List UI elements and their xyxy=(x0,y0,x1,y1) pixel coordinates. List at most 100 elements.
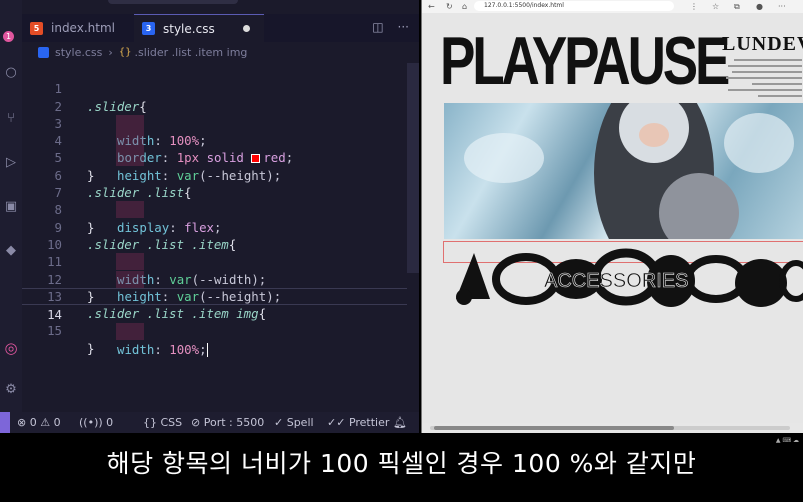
home-icon[interactable]: ⌂ xyxy=(462,2,467,11)
page-subtitle: LUNDEV xyxy=(722,33,803,55)
prettier-status[interactable]: ✓✓ Prettier xyxy=(327,412,389,433)
split-editor-icon[interactable]: ◫ xyxy=(372,20,383,34)
settings-gear-icon[interactable]: ⚙ xyxy=(0,381,22,399)
horizontal-scrollbar[interactable] xyxy=(430,426,790,430)
overlapping-glyphs: ACCESSORIES xyxy=(456,248,803,307)
warning-count: 0 xyxy=(53,416,61,429)
search-icon[interactable]: ○ xyxy=(0,64,22,82)
more-actions-icon[interactable]: ··· xyxy=(398,20,409,34)
value: 100% xyxy=(169,341,200,357)
tab-index-html[interactable]: 5 index.html xyxy=(30,14,130,42)
remote-indicator[interactable] xyxy=(0,412,10,433)
breadcrumb-symbol[interactable]: .slider .list .item img xyxy=(135,46,248,59)
chevron-right-icon: › xyxy=(108,45,113,59)
semicolon: ; xyxy=(199,341,207,357)
code-line[interactable]: 13 .slider .list .item img{ xyxy=(22,271,407,321)
hero-image xyxy=(444,103,803,239)
explorer-icon[interactable]: 1 xyxy=(0,24,22,42)
code-line[interactable]: 11 height: var(--height); xyxy=(22,236,407,304)
port-label: Port : 5500 xyxy=(203,416,265,429)
liquid-highlight xyxy=(724,113,794,173)
video-subtitle: 해당 항목의 너비가 100 픽셀인 경우 100 %와 같지만 xyxy=(106,449,697,478)
warning-icon: ⚠ xyxy=(40,416,51,429)
glyph-text: ACCESSORIES xyxy=(544,270,688,292)
extensions-icon[interactable]: ⋮ xyxy=(690,2,698,11)
paragraph-line xyxy=(732,71,802,73)
reload-icon[interactable]: ↻ xyxy=(446,2,453,11)
problems-indicator[interactable]: ⊗ 0 ⚠ 0 xyxy=(17,412,61,433)
code-line[interactable]: 6 .slider .list{ xyxy=(22,150,407,200)
browser-window: ← ↻ ⌂ 127.0.0.1:5500/index.html ⋮ ☆ ⧉ ● … xyxy=(421,0,803,433)
vscode-window: 1 ○ ⑂ ▷ ▣ ◆ ◎ ⚙ 5 index.html 3 style.css… xyxy=(0,0,419,433)
vertical-scrollbar[interactable] xyxy=(407,63,419,273)
extensions-icon[interactable]: ▣ xyxy=(0,198,22,216)
line-number: 15 xyxy=(47,323,62,339)
code-line[interactable]: 1 .slider{ xyxy=(22,63,407,113)
tab-style-css[interactable]: 3 style.css xyxy=(134,14,264,42)
run-debug-icon[interactable]: ▷ xyxy=(0,154,22,172)
page-title: PLAYPAUSE xyxy=(440,23,730,99)
back-icon[interactable]: ← xyxy=(428,2,435,11)
braces-icon: {} xyxy=(143,416,157,429)
unsaved-dot-icon[interactable] xyxy=(242,25,250,32)
paragraph-line xyxy=(734,59,802,61)
code-line[interactable]: 4 height: var(--height); xyxy=(22,115,407,183)
code-line[interactable]: 9 .slider .list .item{ xyxy=(22,201,407,252)
title-strip xyxy=(108,0,238,4)
code-line[interactable]: 2 width: 100%; xyxy=(22,80,407,149)
symbol-icon: {} xyxy=(118,46,132,58)
css3-icon xyxy=(38,46,49,58)
glyph-shape xyxy=(456,289,472,305)
ports-count: 0 xyxy=(106,416,114,429)
code-line-current[interactable]: 14 width: 100%; xyxy=(22,287,407,358)
code-line[interactable]: 10 width: var(--width); xyxy=(22,219,407,287)
code-line[interactable]: 3 border: 1px solid red; xyxy=(22,98,407,166)
code-line[interactable]: 15 } xyxy=(22,305,407,355)
collections-icon[interactable]: ⧉ xyxy=(734,2,740,11)
broadcast-icon: ((•)) xyxy=(79,416,103,429)
source-control-icon[interactable]: ⑂ xyxy=(0,110,22,128)
editor-actions: ◫ ··· xyxy=(372,20,409,34)
address-bar[interactable]: 127.0.0.1:5500/index.html xyxy=(474,1,674,11)
scroll-thumb[interactable] xyxy=(434,426,674,430)
prettier-label: Prettier xyxy=(348,416,390,429)
html5-icon: 5 xyxy=(30,21,43,35)
ports-indicator[interactable]: ((•)) 0 xyxy=(79,412,113,433)
live-share-icon[interactable]: ◎ xyxy=(0,339,22,357)
paragraph-line xyxy=(728,65,802,67)
paragraph-line xyxy=(752,83,802,85)
profile-icon[interactable]: ● xyxy=(756,2,763,11)
property: width xyxy=(117,341,155,357)
paragraph-line xyxy=(758,95,802,97)
colon: : xyxy=(154,341,162,357)
language-label: CSS xyxy=(160,416,183,429)
error-count: 0 xyxy=(29,416,37,429)
no-entry-icon: ⊘ xyxy=(191,416,201,429)
code-editor[interactable]: 1 .slider{ 2 width: 100%; 3 border: 1px … xyxy=(22,63,407,358)
web-page: PLAYPAUSE LUNDEV ACCESSORIE xyxy=(422,13,803,423)
activity-bar: 1 ○ ⑂ ▷ ▣ ◆ ◎ ⚙ xyxy=(0,0,22,412)
spell-check[interactable]: ✓ Spell xyxy=(274,412,314,433)
text-cursor xyxy=(206,343,208,358)
code-line[interactable]: 12 } xyxy=(22,253,407,304)
menu-icon[interactable]: ··· xyxy=(778,2,786,11)
spell-label: Spell xyxy=(286,416,314,429)
code-line[interactable]: 7 display: flex; xyxy=(22,167,407,235)
css3-icon: 3 xyxy=(142,22,155,35)
browser-toolbar: ← ↻ ⌂ 127.0.0.1:5500/index.html ⋮ ☆ ⧉ ● … xyxy=(422,0,803,13)
double-check-icon: ✓✓ xyxy=(327,416,346,429)
paragraph-line xyxy=(726,77,802,79)
favorites-icon[interactable]: ☆ xyxy=(712,2,719,11)
code-line[interactable]: 5 } xyxy=(22,132,407,182)
bell-icon[interactable]: 🔔︎ xyxy=(393,412,407,433)
status-bar: ⊗ 0 ⚠ 0 ((•)) 0 {} CSS ⊘ Port : 5500 ✓ S… xyxy=(0,412,419,433)
paragraph-line xyxy=(728,89,802,91)
tab-label: index.html xyxy=(51,21,115,35)
liquid-highlight xyxy=(464,133,544,183)
armor-shape xyxy=(659,173,739,239)
language-mode[interactable]: {} CSS xyxy=(143,412,182,433)
breadcrumb-file[interactable]: style.css xyxy=(55,46,102,59)
live-server-port[interactable]: ⊘ Port : 5500 xyxy=(191,412,264,433)
remote-icon[interactable]: ◆ xyxy=(0,242,22,260)
code-line[interactable]: 8 } xyxy=(22,184,407,234)
